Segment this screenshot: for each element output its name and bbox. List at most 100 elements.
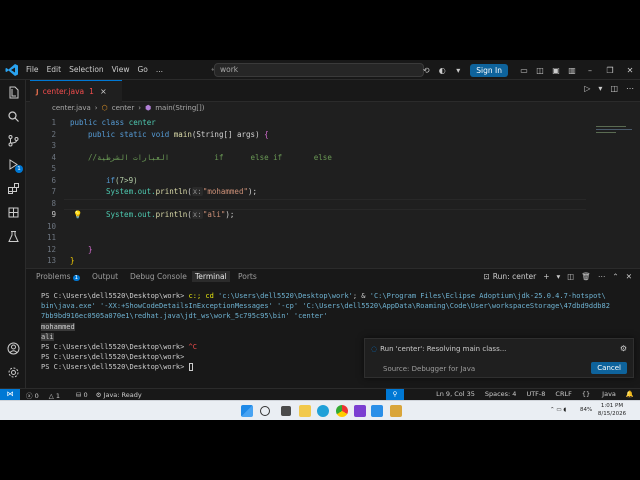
debug-search-icon[interactable]: ⚲ (386, 389, 404, 400)
brace: } (70, 256, 75, 265)
breadcrumb-method[interactable]: main(String[]) (155, 104, 204, 112)
tray-icons[interactable]: ⌃ ▭ ◖ (550, 407, 566, 413)
store-icon[interactable] (354, 405, 366, 417)
tab-output[interactable]: Output (92, 272, 118, 281)
file-explorer-icon[interactable] (299, 405, 311, 417)
run-java-icon[interactable]: ▷ (584, 84, 590, 93)
layout-panel-icon[interactable]: ▣ (548, 66, 564, 75)
class-name: center (128, 118, 156, 127)
vscode-window: File Edit Selection View Go ... ←→ work … (0, 60, 640, 420)
tab-debug-console[interactable]: Debug Console (130, 272, 187, 281)
lightbulb-icon[interactable]: 💡 (73, 210, 82, 219)
remote-indicator-icon[interactable]: ⋈ (0, 389, 20, 400)
battery-level[interactable]: 84% (580, 407, 592, 413)
misc-app-icon[interactable] (390, 405, 402, 417)
cancel-button[interactable]: Cancel (591, 362, 627, 374)
kill-terminal-icon[interactable]: 🗑 (581, 272, 591, 281)
more-panel-icon[interactable]: ⋯ (598, 272, 606, 281)
tab-ports[interactable]: Ports (238, 272, 257, 281)
notification-toast: ◌ Run 'center': Resolving main class... ⚙… (364, 338, 634, 378)
menu-more[interactable]: ... (156, 65, 163, 74)
notification-message: Run 'center': Resolving main class... (380, 345, 507, 353)
minimize-icon[interactable]: – (580, 66, 600, 75)
windows-start-icon[interactable] (241, 405, 253, 417)
copilot-icon[interactable]: ⟲ (418, 66, 434, 75)
tab-close-icon[interactable]: × (100, 87, 107, 96)
minimap[interactable] (596, 126, 632, 136)
tab-terminal[interactable]: Terminal (192, 271, 230, 282)
breadcrumb-class[interactable]: center (112, 104, 135, 112)
ports-icon[interactable]: ⛁ 0 (76, 391, 88, 399)
layout-customize-icon[interactable]: ▥ (564, 66, 580, 75)
terminal-dropdown-icon[interactable]: ▾ (557, 272, 561, 281)
java-projects-icon[interactable] (0, 200, 26, 224)
encoding[interactable]: UTF-8 (526, 390, 545, 398)
layout-sidebar-icon[interactable]: ▭ (516, 66, 532, 75)
edge-icon[interactable] (317, 405, 329, 417)
ctrl-c: ^C (188, 343, 197, 352)
clock-date[interactable]: 8/15/2026 (596, 411, 628, 417)
extensions-icon[interactable] (0, 176, 26, 200)
chevron-down-icon[interactable]: ▾ (450, 66, 466, 75)
testing-icon[interactable] (0, 224, 26, 248)
warning-count: 1 (55, 392, 60, 400)
breadcrumb-sep-2: › (138, 104, 142, 112)
code-editor[interactable]: 1 2 3 4 5 6 7 8 9 10 11 12 13 public cla… (26, 114, 640, 265)
command-center[interactable]: work (214, 63, 424, 77)
cursor-position[interactable]: Ln 9, Col 35 (436, 390, 475, 398)
explorer-icon[interactable] (0, 80, 26, 104)
notification-gear-icon[interactable]: ⚙ (620, 344, 627, 353)
menu-view[interactable]: View (112, 65, 130, 74)
more-actions-icon[interactable]: ⋯ (626, 84, 634, 93)
tab-center-java[interactable]: J center.java 1 × (30, 80, 122, 102)
menu-file[interactable]: File (26, 65, 39, 74)
keyword: if (106, 175, 116, 185)
params: (String[] args) (191, 129, 260, 139)
source-control-icon[interactable] (0, 128, 26, 152)
maximize-panel-icon[interactable]: ⌃ (612, 272, 618, 281)
line-number: 8 (51, 198, 56, 208)
notifications-bell-icon[interactable]: 🔔 (626, 390, 634, 398)
code-line: public static void main(String[] args) { (88, 130, 269, 139)
status-problems[interactable]: ⓧ 0 △ 1 (26, 390, 68, 400)
chrome-icon[interactable] (336, 405, 348, 417)
system-out: System.out. (106, 210, 156, 219)
method-icon: ⬢ (145, 104, 152, 112)
run-debug-icon[interactable]: 1 (0, 152, 26, 176)
search-icon[interactable] (0, 104, 26, 128)
accounts-icon[interactable]: ◐ (434, 66, 450, 75)
vscode-taskbar-icon[interactable] (371, 405, 383, 417)
indentation[interactable]: Spaces: 4 (485, 390, 517, 398)
activity-bar: 1 (0, 80, 26, 388)
menu-edit[interactable]: Edit (47, 65, 62, 74)
tab-problems-label: Problems (36, 272, 71, 281)
java-status[interactable]: ⚙ Java: Ready (96, 391, 150, 399)
windows-taskbar: ⌃ ▭ ◖ 84% 1:01 PM 8/15/2026 (0, 400, 640, 420)
layout-split-icon[interactable]: ◫ (532, 66, 548, 75)
sign-in-button[interactable]: Sign In (470, 63, 508, 77)
menu-selection[interactable]: Selection (69, 65, 104, 74)
terminal-line: 7bb9bd916ec0505a070e1\redhat.java\jdt_ws… (41, 312, 328, 321)
terminal-cmd: c:; cd (184, 292, 219, 300)
code-comment: //العبارات الشرطية if else if else (88, 152, 332, 162)
terminal-instance[interactable]: Run: center (493, 272, 536, 281)
close-panel-icon[interactable]: ✕ (626, 272, 632, 281)
taskbar-search-icon[interactable] (260, 406, 270, 416)
param-hint: x: (191, 187, 203, 196)
language-label: Java (602, 390, 616, 398)
eol[interactable]: CRLF (555, 390, 571, 398)
task-view-icon[interactable] (281, 406, 291, 416)
clock-time[interactable]: 1:01 PM (596, 403, 628, 409)
breadcrumb-file[interactable]: center.java (52, 104, 91, 112)
split-editor-icon[interactable]: ◫ (610, 84, 618, 93)
new-terminal-icon[interactable]: + (543, 272, 549, 281)
menu-go[interactable]: Go (137, 65, 147, 74)
manage-gear-icon[interactable] (0, 360, 26, 384)
close-window-icon[interactable]: ✕ (620, 66, 640, 75)
split-terminal-icon[interactable]: ◫ (567, 272, 574, 281)
tab-problems[interactable]: Problems 1 (36, 272, 81, 281)
language-mode[interactable]: {} Java (582, 390, 616, 398)
account-icon[interactable] (0, 336, 26, 360)
restore-icon[interactable]: ❐ (600, 66, 620, 75)
run-dropdown-icon[interactable]: ▾ (598, 84, 602, 93)
